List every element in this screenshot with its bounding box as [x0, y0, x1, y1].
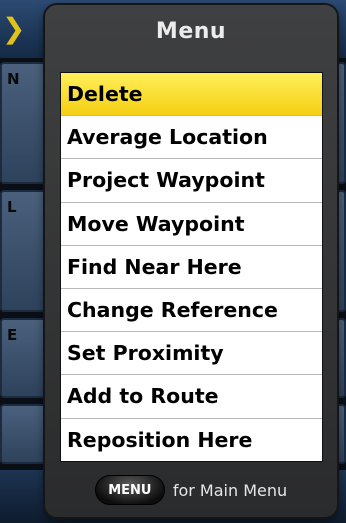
- menu-item-project-waypoint[interactable]: Project Waypoint: [61, 159, 322, 203]
- menu-key-button[interactable]: MENU: [94, 475, 165, 505]
- device-screen: ❯ N L E Menu Delete Average Location Pro…: [0, 0, 346, 523]
- menu-list: Delete Average Location Project Waypoint…: [60, 72, 323, 462]
- background-field-label: E: [7, 326, 18, 344]
- menu-item-move-waypoint[interactable]: Move Waypoint: [61, 203, 322, 246]
- menu-footer-hint: for Main Menu: [172, 480, 288, 500]
- menu-item-add-to-route[interactable]: Add to Route: [61, 375, 322, 419]
- background-field-label: N: [7, 70, 20, 88]
- back-arrow-icon[interactable]: ❯: [2, 12, 36, 46]
- menu-item-average-location[interactable]: Average Location: [61, 116, 322, 160]
- options-menu: Menu Delete Average Location Project Way…: [45, 5, 337, 517]
- menu-item-set-proximity[interactable]: Set Proximity: [61, 332, 322, 376]
- menu-item-delete[interactable]: Delete: [61, 73, 322, 117]
- menu-item-reposition-here[interactable]: Reposition Here: [61, 419, 322, 462]
- menu-footer: MENU for Main Menu: [45, 470, 337, 510]
- menu-item-find-near-here[interactable]: Find Near Here: [61, 246, 322, 289]
- menu-title: Menu: [155, 19, 227, 44]
- background-field-label: L: [7, 198, 17, 216]
- menu-item-change-reference[interactable]: Change Reference: [61, 289, 322, 333]
